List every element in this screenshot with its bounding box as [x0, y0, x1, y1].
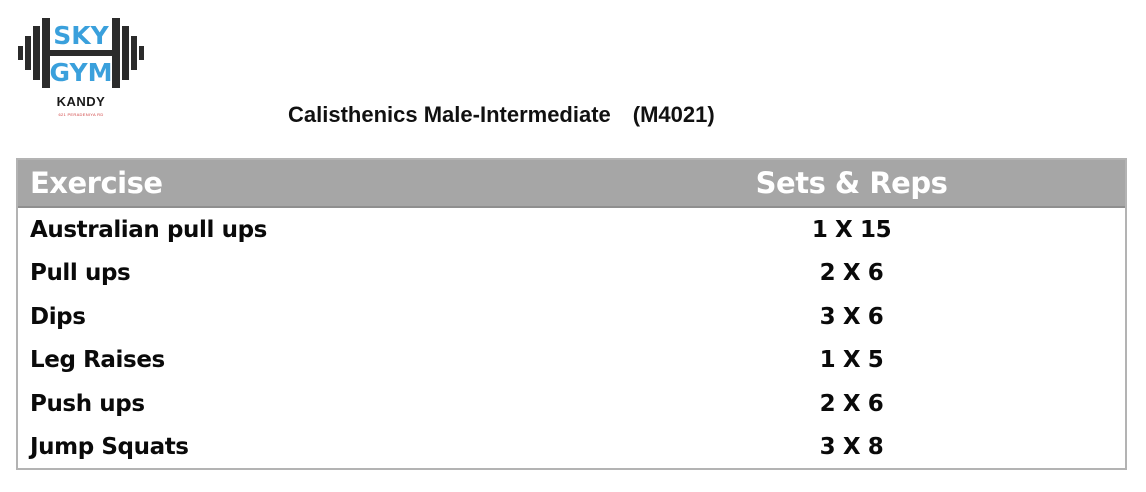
exercise-cell: Push ups — [30, 390, 145, 417]
table-row: Dips 3 X 6 — [18, 295, 1125, 339]
workout-table: Exercise Sets & Reps Australian pull ups… — [16, 158, 1127, 470]
table-row: Push ups 2 X 6 — [18, 382, 1125, 426]
sets-reps-cell: 3 X 6 — [819, 303, 884, 330]
program-name: Calisthenics Male-Intermediate — [288, 102, 611, 127]
page-title: Calisthenics Male-Intermediate (M4021) — [288, 102, 715, 128]
table-row: Australian pull ups 1 X 15 — [18, 208, 1125, 252]
sets-reps-cell: 1 X 15 — [811, 216, 892, 243]
table-body: Australian pull ups 1 X 15 Pull ups 2 X … — [18, 208, 1125, 469]
header-sets-reps: Sets & Reps — [755, 166, 948, 200]
gym-logo: SKY GYM KANDY 621 PERADENIYA RD — [16, 14, 146, 124]
logo-location: KANDY — [56, 94, 106, 109]
exercise-cell: Australian pull ups — [30, 216, 267, 243]
exercise-cell: Jump Squats — [30, 434, 189, 461]
logo-line2: GYM — [50, 58, 113, 87]
header-exercise: Exercise — [30, 166, 163, 200]
table-header: Exercise Sets & Reps — [18, 160, 1125, 208]
sets-reps-cell: 3 X 8 — [819, 434, 884, 461]
exercise-cell: Pull ups — [30, 260, 131, 287]
program-code: (M4021) — [632, 102, 715, 127]
table-row: Leg Raises 1 X 5 — [18, 339, 1125, 383]
exercise-cell: Dips — [30, 303, 86, 330]
sets-reps-cell: 2 X 6 — [819, 390, 884, 417]
sets-reps-cell: 2 X 6 — [819, 260, 884, 287]
logo-tagline: 621 PERADENIYA RD — [58, 112, 104, 117]
table-row: Jump Squats 3 X 8 — [18, 426, 1125, 470]
logo-line1: SKY — [53, 21, 109, 50]
table-row: Pull ups 2 X 6 — [18, 252, 1125, 296]
exercise-cell: Leg Raises — [30, 347, 165, 374]
dumbbell-logo-icon: SKY GYM — [18, 18, 144, 88]
sets-reps-cell: 1 X 5 — [819, 347, 884, 374]
